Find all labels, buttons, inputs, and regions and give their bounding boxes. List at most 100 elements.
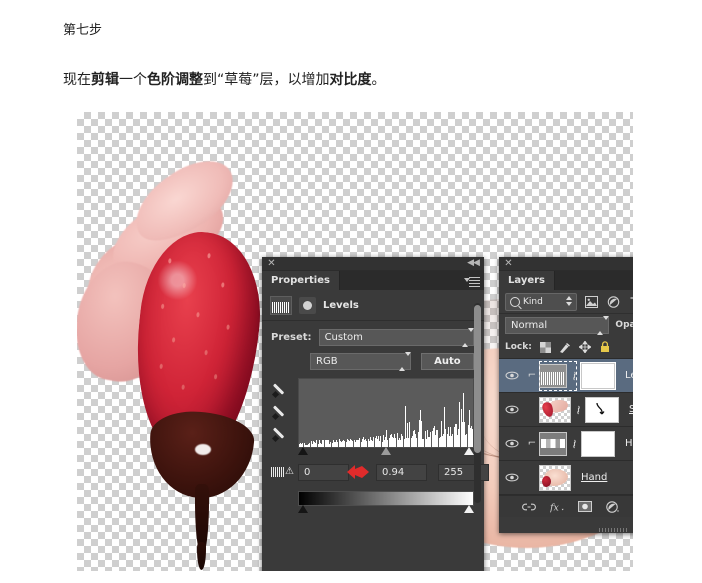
blend-mode-select[interactable]: Normal: [505, 315, 610, 335]
step-paragraph: 现在剪辑一个色阶调整到“草莓”层，以增加对比度。: [63, 70, 663, 91]
filter-type-layers-icon[interactable]: [627, 294, 633, 309]
paragraph-mid-1: 一个: [119, 72, 147, 89]
layer-mask-thumbnail[interactable]: [581, 362, 615, 389]
add-layer-mask-icon[interactable]: [578, 500, 593, 514]
tab-properties[interactable]: Properties: [262, 271, 340, 290]
close-icon[interactable]: ✕: [267, 259, 276, 269]
lock-position-icon[interactable]: [579, 341, 592, 354]
lock-label: Lock:: [505, 342, 532, 352]
output-black-handle[interactable]: [298, 505, 308, 513]
layers-panel[interactable]: ✕ ◀◀ Layers Kind: [499, 257, 633, 533]
black-point-eyedropper-icon[interactable]: [271, 380, 290, 399]
panel-resize-grip[interactable]: [599, 528, 627, 532]
input-gamma-field[interactable]: 0.94: [376, 464, 427, 481]
layer-name-levels: Levels: [625, 370, 633, 381]
preset-value: Custom: [324, 332, 363, 343]
gray-point-eyedropper-icon[interactable]: [271, 402, 290, 421]
link-layers-icon[interactable]: [522, 500, 537, 514]
channel-value: RGB: [316, 356, 338, 367]
collapse-double-arrow-icon[interactable]: ◀◀: [467, 259, 480, 268]
input-white-handle[interactable]: [464, 447, 474, 455]
histogram-bars: [299, 379, 473, 447]
panel-menu-icon[interactable]: [464, 275, 480, 287]
input-white-field[interactable]: 255: [438, 464, 489, 481]
new-adjustment-layer-icon[interactable]: [606, 500, 621, 514]
layer-name-hand: Hand: [581, 472, 608, 483]
histogram-refresh-warning-icon[interactable]: ⚠: [271, 465, 297, 479]
layer-row-levels[interactable]: ⌐ Levels: [499, 359, 633, 393]
article-text-block: 第七步 现在剪辑一个色阶调整到“草莓”层，以增加对比度。: [63, 22, 663, 91]
channel-select[interactable]: RGB: [310, 352, 411, 371]
output-white-handle[interactable]: [464, 505, 474, 513]
paragraph-suffix: 。: [371, 72, 386, 89]
layer-style-fx-icon[interactable]: fx: [550, 500, 565, 514]
properties-panel[interactable]: ✕ ◀◀ Properties Levels Preset: Custom RG…: [262, 257, 489, 571]
output-levels-zone: [272, 491, 474, 517]
spinner-icon: [597, 315, 610, 335]
step-label: 第七步: [63, 23, 103, 38]
lock-image-pixels-icon[interactable]: [559, 341, 572, 354]
paragraph-bold-clip: 剪辑: [91, 72, 119, 89]
link-mask-icon[interactable]: [571, 404, 585, 416]
spinner-icon: [462, 328, 474, 347]
histogram-display: [298, 378, 474, 448]
lock-row: Lock: Fill: 100%: [499, 336, 633, 359]
mask-brush-stroke-icon: [596, 402, 605, 414]
input-black-handle[interactable]: [298, 447, 308, 455]
layer-name-hue-saturation: Hue/Saturation: [625, 438, 633, 449]
input-black-field[interactable]: 0: [298, 464, 349, 481]
svg-text:fx: fx: [550, 502, 559, 513]
input-levels-slider[interactable]: [298, 446, 474, 457]
auto-button[interactable]: Auto: [420, 353, 474, 370]
link-mask-icon[interactable]: [567, 438, 581, 450]
layer-name-strawberry: Strawberry: [629, 404, 633, 415]
layer-thumbnail-hue-saturation[interactable]: [539, 431, 567, 456]
properties-scrollbar[interactable]: [474, 303, 481, 503]
link-mask-icon[interactable]: [567, 370, 581, 382]
layer-visibility-eye-icon[interactable]: [499, 472, 525, 483]
channel-row: RGB Auto: [262, 346, 484, 371]
filter-kind-select[interactable]: Kind: [505, 292, 577, 311]
layer-thumbnail-levels[interactable]: [539, 363, 567, 388]
input-levels-values: ⚠ 0 0.94 255: [271, 464, 489, 482]
filter-kind-label: Kind: [523, 296, 543, 307]
layer-row-strawberry[interactable]: Strawberry: [499, 393, 633, 427]
chocolate-drip-tip: [197, 542, 206, 570]
spinner-icon: [398, 352, 411, 371]
opacity-label: Opacity:: [615, 320, 633, 330]
tab-layers[interactable]: Layers: [499, 271, 555, 290]
layers-panel-titlebar[interactable]: ✕ ◀◀: [499, 257, 633, 271]
layer-row-hand[interactable]: Hand: [499, 461, 633, 495]
properties-tab-strip[interactable]: Properties: [262, 271, 484, 290]
filter-pixel-layers-icon[interactable]: [583, 294, 599, 309]
clip-to-layer-icon[interactable]: [299, 296, 316, 314]
input-gamma-handle[interactable]: [380, 447, 391, 455]
lock-all-icon[interactable]: [599, 341, 612, 354]
preset-label: Preset:: [271, 332, 312, 343]
layer-visibility-eye-icon[interactable]: [499, 404, 525, 415]
layer-thumbnail-strawberry[interactable]: [539, 396, 571, 423]
layer-filter-row: Kind: [499, 290, 633, 314]
tab-strip-empty: [555, 271, 633, 290]
layer-row-hue-saturation[interactable]: ⌐ Hue/Saturation: [499, 427, 633, 461]
output-levels-slider[interactable]: [298, 504, 474, 515]
chocolate-highlight: [195, 444, 211, 455]
layer-thumbnail-hand[interactable]: [539, 464, 571, 491]
filter-adjustment-layers-icon[interactable]: [605, 294, 621, 309]
photoshop-screenshot-canvas: ✕ ◀◀ Properties Levels Preset: Custom RG…: [77, 112, 633, 571]
properties-panel-titlebar[interactable]: ✕ ◀◀: [262, 257, 484, 271]
layer-mask-thumbnail[interactable]: [585, 396, 619, 423]
properties-body: Levels Preset: Custom RGB Auto ⚠ 0 0.94 …: [262, 290, 489, 571]
paragraph-prefix: 现在: [63, 72, 91, 89]
layer-visibility-eye-icon[interactable]: [499, 370, 525, 381]
scrollbar-thumb[interactable]: [474, 305, 481, 453]
levels-histogram-icon: [270, 295, 292, 315]
white-point-eyedropper-icon[interactable]: [271, 424, 290, 443]
clipping-mask-indicator-icon: ⌐: [527, 370, 537, 381]
layer-visibility-eye-icon[interactable]: [499, 438, 525, 449]
close-icon[interactable]: ✕: [504, 259, 513, 269]
layer-mask-thumbnail[interactable]: [581, 430, 615, 457]
layers-tab-strip[interactable]: Layers: [499, 271, 633, 290]
preset-select[interactable]: Custom: [318, 328, 474, 347]
lock-transparent-pixels-icon[interactable]: [539, 341, 552, 354]
